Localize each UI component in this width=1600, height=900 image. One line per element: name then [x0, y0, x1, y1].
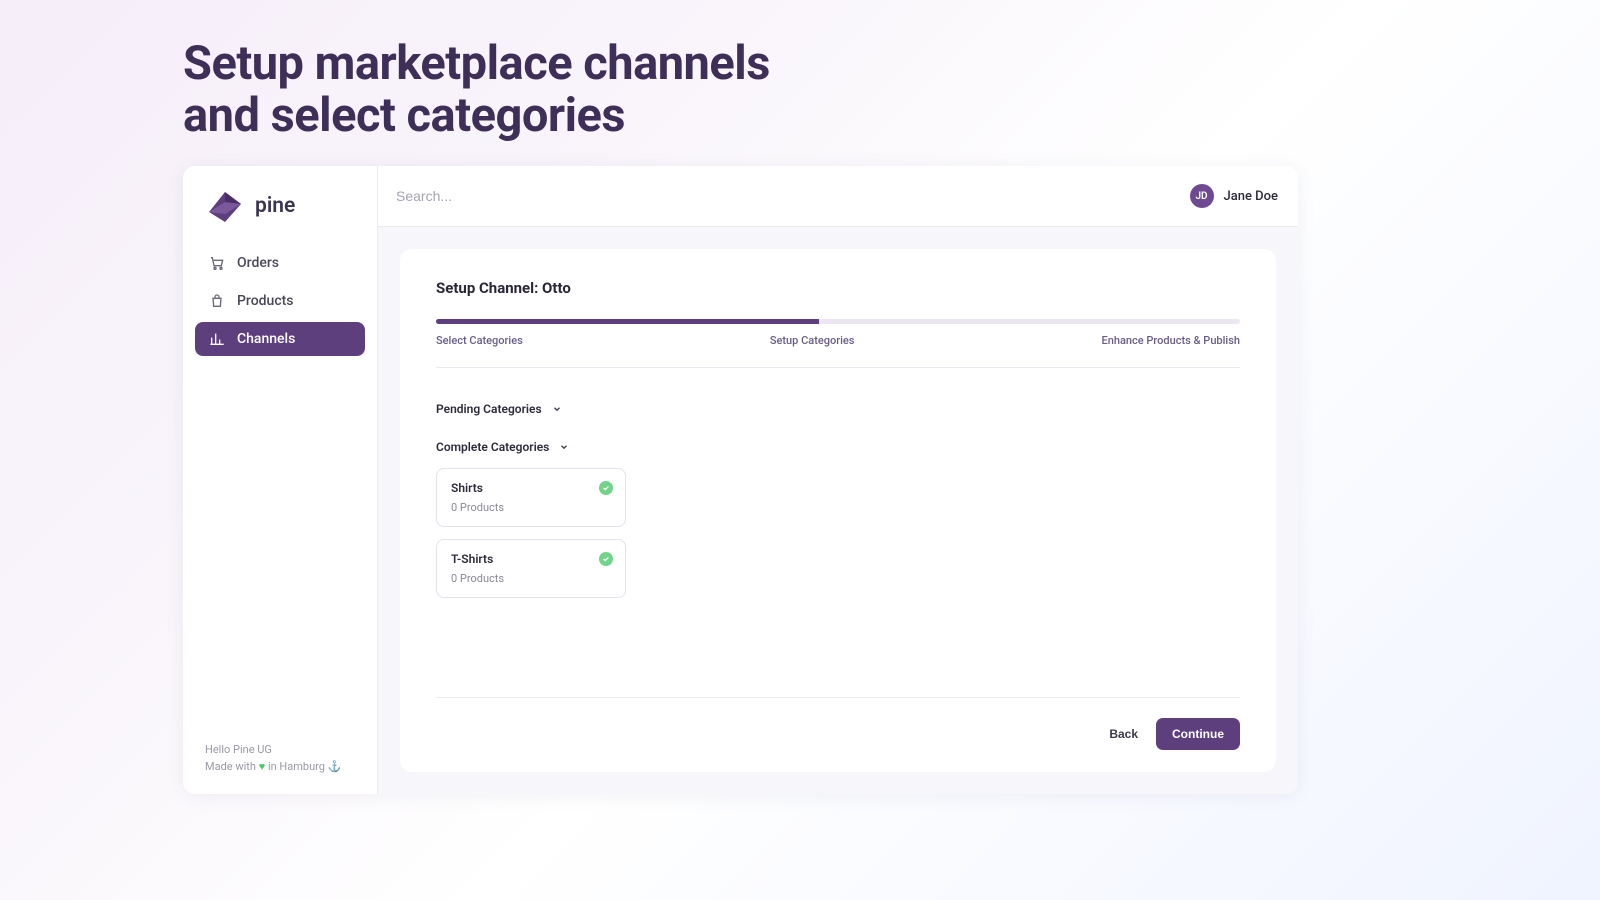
footer-tagline: Made with ♥ in Hamburg ⚓: [205, 758, 355, 776]
sidebar-item-products[interactable]: Products: [195, 284, 365, 318]
sidebar-item-label: Products: [237, 293, 294, 309]
progress-fill: [436, 319, 819, 324]
check-icon: [599, 552, 613, 566]
category-name: T-Shirts: [451, 552, 611, 566]
chevron-down-icon: [559, 442, 569, 452]
sidebar-item-channels[interactable]: Channels: [195, 322, 365, 356]
category-subtext: 0 Products: [451, 501, 611, 514]
cart-icon: [209, 255, 225, 271]
hero-heading: Setup marketplace channels and select ca…: [183, 38, 770, 141]
sidebar-footer: Hello Pine UG Made with ♥ in Hamburg ⚓: [195, 741, 365, 776]
complete-categories-list: Shirts 0 Products T-Shirts 0 Products: [436, 468, 1240, 598]
avatar: JD: [1190, 184, 1214, 208]
category-name: Shirts: [451, 481, 611, 495]
sidebar-item-label: Orders: [237, 255, 279, 271]
pine-logo-icon: [205, 188, 245, 224]
back-button[interactable]: Back: [1109, 727, 1138, 741]
brand-name: pine: [255, 194, 295, 218]
pending-categories-label: Pending Categories: [436, 402, 542, 416]
chevron-down-icon: [552, 404, 562, 414]
category-card[interactable]: Shirts 0 Products: [436, 468, 626, 527]
category-subtext: 0 Products: [451, 572, 611, 585]
continue-button[interactable]: Continue: [1156, 718, 1240, 750]
card-title: Setup Channel: Otto: [436, 279, 1240, 297]
complete-categories-label: Complete Categories: [436, 440, 549, 454]
hero-line-1: Setup marketplace channels: [183, 36, 770, 91]
check-icon: [599, 481, 613, 495]
search-input[interactable]: [396, 188, 1190, 204]
setup-card: Setup Channel: Otto Select Categories Se…: [400, 249, 1276, 772]
brand-logo[interactable]: pine: [195, 182, 365, 246]
topbar: JD Jane Doe: [378, 166, 1298, 227]
chart-icon: [209, 331, 225, 347]
step-enhance-publish[interactable]: Enhance Products & Publish: [1102, 334, 1240, 347]
hero-line-2: and select categories: [183, 88, 625, 143]
complete-categories-toggle[interactable]: Complete Categories: [436, 440, 1240, 454]
step-setup-categories[interactable]: Setup Categories: [770, 334, 855, 347]
card-footer: Back Continue: [436, 697, 1240, 750]
sidebar-item-orders[interactable]: Orders: [195, 246, 365, 280]
content-area: Setup Channel: Otto Select Categories Se…: [378, 227, 1298, 794]
pending-categories-toggle[interactable]: Pending Categories: [436, 402, 1240, 416]
app-window: pine Orders Products Channels: [183, 166, 1298, 794]
sidebar-nav: Orders Products Channels: [195, 246, 365, 356]
bag-icon: [209, 293, 225, 309]
user-name: Jane Doe: [1224, 189, 1279, 204]
footer-company: Hello Pine UG: [205, 741, 355, 759]
user-menu[interactable]: JD Jane Doe: [1190, 184, 1279, 208]
sidebar-item-label: Channels: [237, 331, 295, 347]
progress-track: [436, 319, 1240, 324]
step-select-categories[interactable]: Select Categories: [436, 334, 523, 347]
category-card[interactable]: T-Shirts 0 Products: [436, 539, 626, 598]
main-pane: JD Jane Doe Setup Channel: Otto Select C…: [378, 166, 1298, 794]
progress-stepper: Select Categories Setup Categories Enhan…: [436, 319, 1240, 368]
sidebar: pine Orders Products Channels: [183, 166, 378, 794]
